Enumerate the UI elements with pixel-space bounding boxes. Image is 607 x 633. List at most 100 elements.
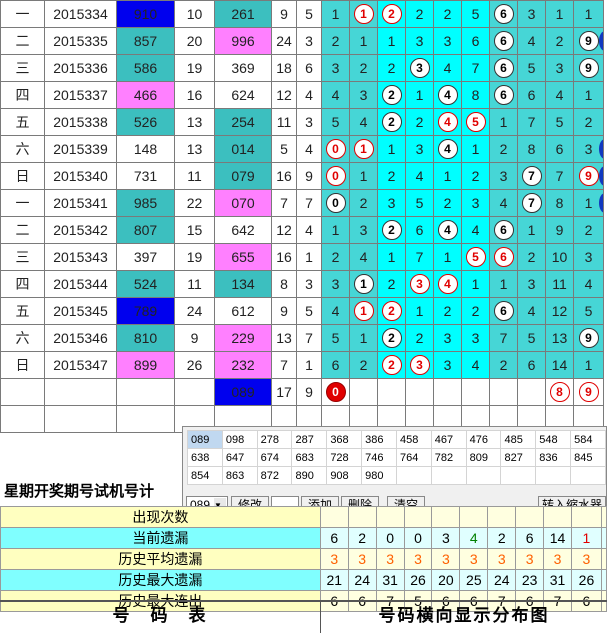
miss-count: 12 xyxy=(551,303,568,319)
number-ball: 2 xyxy=(381,4,402,24)
number-ball: 6 xyxy=(493,58,514,78)
distribution-cell: 3 xyxy=(461,189,490,217)
weekday-cell: 一 xyxy=(0,0,45,28)
stats-row: 当前遗漏 6 2 0 0 3 4 2 6 14 1 xyxy=(0,527,607,549)
miss-count: 3 xyxy=(471,195,480,211)
candidate-number[interactable]: 485 xyxy=(500,430,537,449)
distribution-cell: 6 xyxy=(517,81,546,109)
candidate-number[interactable]: 683 xyxy=(291,448,328,467)
distribution-cell: 6 xyxy=(545,135,574,163)
draw-number-cell: 524 xyxy=(116,270,175,298)
distribution-cell: 2 xyxy=(377,81,406,109)
miss-count: 10 xyxy=(551,249,568,265)
candidate-number[interactable]: 809 xyxy=(465,448,502,467)
candidate-number[interactable]: 908 xyxy=(326,466,363,485)
candidate-number[interactable]: 845 xyxy=(570,448,606,467)
candidate-number[interactable]: 872 xyxy=(256,466,293,485)
span-cell: 12 xyxy=(271,216,297,244)
candidate-number[interactable]: 890 xyxy=(291,466,328,485)
stats-value: 2 xyxy=(487,527,517,549)
distribution-cell: 2 xyxy=(321,27,350,55)
span-cell: 16 xyxy=(271,243,297,271)
candidate-number[interactable]: 854 xyxy=(187,466,223,485)
miss-count: 8 xyxy=(471,87,480,103)
candidate-number[interactable]: 647 xyxy=(221,448,258,467)
candidate-number[interactable]: 980 xyxy=(361,466,397,485)
sum-cell: 10 xyxy=(174,0,215,28)
distribution-cell: 1 xyxy=(349,0,378,28)
distribution-cell: 5 xyxy=(321,324,350,352)
distribution-cell: 1 xyxy=(349,162,378,190)
stats-label: 当前遗漏 xyxy=(0,527,321,549)
trial-number-cell: 014 xyxy=(214,135,272,163)
candidate-number[interactable]: 638 xyxy=(187,448,223,467)
candidate-number[interactable]: 836 xyxy=(535,448,572,467)
number-ball: 2 xyxy=(381,85,402,105)
candidate-row: 854 863 872 890 908 980 xyxy=(187,466,606,485)
distribution-cell: 7 xyxy=(517,108,546,136)
distribution-cell: 2 xyxy=(433,297,462,325)
candidate-number[interactable]: 458 xyxy=(395,430,432,449)
candidate-number[interactable]: 386 xyxy=(361,430,397,449)
number-table-title: 号 码 表 xyxy=(0,600,321,633)
distribution-cell: 3 xyxy=(517,0,546,28)
draw-number-cell: 857 xyxy=(116,27,175,55)
candidate-number[interactable]: 089 xyxy=(187,430,223,449)
distribution-cell: 4 xyxy=(433,216,462,244)
distribution-cell: 1 xyxy=(573,0,604,28)
current-ball: 8 xyxy=(549,382,570,402)
miss-count: 2 xyxy=(443,6,452,22)
distribution-cell: 2 xyxy=(461,297,490,325)
empty-cell xyxy=(174,378,215,406)
miss-count: 3 xyxy=(387,195,396,211)
distribution-cell: 0 xyxy=(321,189,350,217)
stats-value: 3 xyxy=(431,527,461,549)
candidate-number[interactable]: 098 xyxy=(221,430,258,449)
candidate-number[interactable]: 764 xyxy=(395,448,432,467)
candidate-number[interactable]: 584 xyxy=(570,430,606,449)
candidate-number[interactable]: 287 xyxy=(291,430,328,449)
distribution-cell: 7 xyxy=(517,189,546,217)
miss-count: 5 xyxy=(527,330,536,346)
empty-cell xyxy=(116,378,175,406)
distribution-cell: 3 xyxy=(433,324,462,352)
span-cell: 7 xyxy=(271,189,297,217)
candidate-number[interactable]: 278 xyxy=(256,430,293,449)
table-row: 一 2015341 985 22 070 7 7 0 2 3 5 2 3 4 7 8 1 xyxy=(0,189,604,217)
candidate-number[interactable]: 476 xyxy=(465,430,502,449)
distribution-cell: 1 xyxy=(349,297,378,325)
distribution-cell: 11 xyxy=(545,270,574,298)
number-ball: 2 xyxy=(381,328,402,348)
current-distribution-cell xyxy=(349,378,378,406)
candidate-number-grid: 089 098 278 287 368 386 458 467 476 485 548 584 638 6… xyxy=(187,430,606,485)
miss-count: 2 xyxy=(387,60,396,76)
miss-count: 1 xyxy=(443,168,452,184)
number-ball: 6 xyxy=(493,4,514,24)
candidate-number[interactable]: 728 xyxy=(326,448,363,467)
distribution-cell: 3 xyxy=(489,162,518,190)
candidate-number[interactable]: 746 xyxy=(361,448,397,467)
table-row: 四 2015337 466 16 624 12 4 4 3 2 1 4 8 6 6 4 1 xyxy=(0,81,604,109)
distribution-cell: 1 xyxy=(433,162,462,190)
candidate-number[interactable]: 674 xyxy=(256,448,293,467)
candidate-number[interactable]: 863 xyxy=(221,466,258,485)
distribution-cell: 3 xyxy=(349,216,378,244)
miss-count: 1 xyxy=(331,222,340,238)
miss-count: 2 xyxy=(471,303,480,319)
distribution-cell: 4 xyxy=(433,270,462,298)
distribution-cell: 3 xyxy=(349,81,378,109)
candidate-number[interactable]: 782 xyxy=(430,448,467,467)
draw-number-cell: 807 xyxy=(116,216,175,244)
x-cell: 9 xyxy=(296,162,322,190)
table-row: 日 2015340 731 11 079 16 9 0 1 2 4 1 2 3 7 7 9 xyxy=(0,162,604,190)
distribution-cell: 8 xyxy=(517,135,546,163)
number-ball: 5 xyxy=(465,247,486,267)
number-ball: 6 xyxy=(493,85,514,105)
candidate-number[interactable]: 368 xyxy=(326,430,363,449)
candidate-number[interactable]: 467 xyxy=(430,430,467,449)
candidate-number[interactable]: 827 xyxy=(500,448,537,467)
miss-count: 3 xyxy=(415,141,424,157)
candidate-number[interactable]: 548 xyxy=(535,430,572,449)
weekday-cell: 日 xyxy=(0,162,45,190)
stats-value: 20 xyxy=(431,569,461,591)
